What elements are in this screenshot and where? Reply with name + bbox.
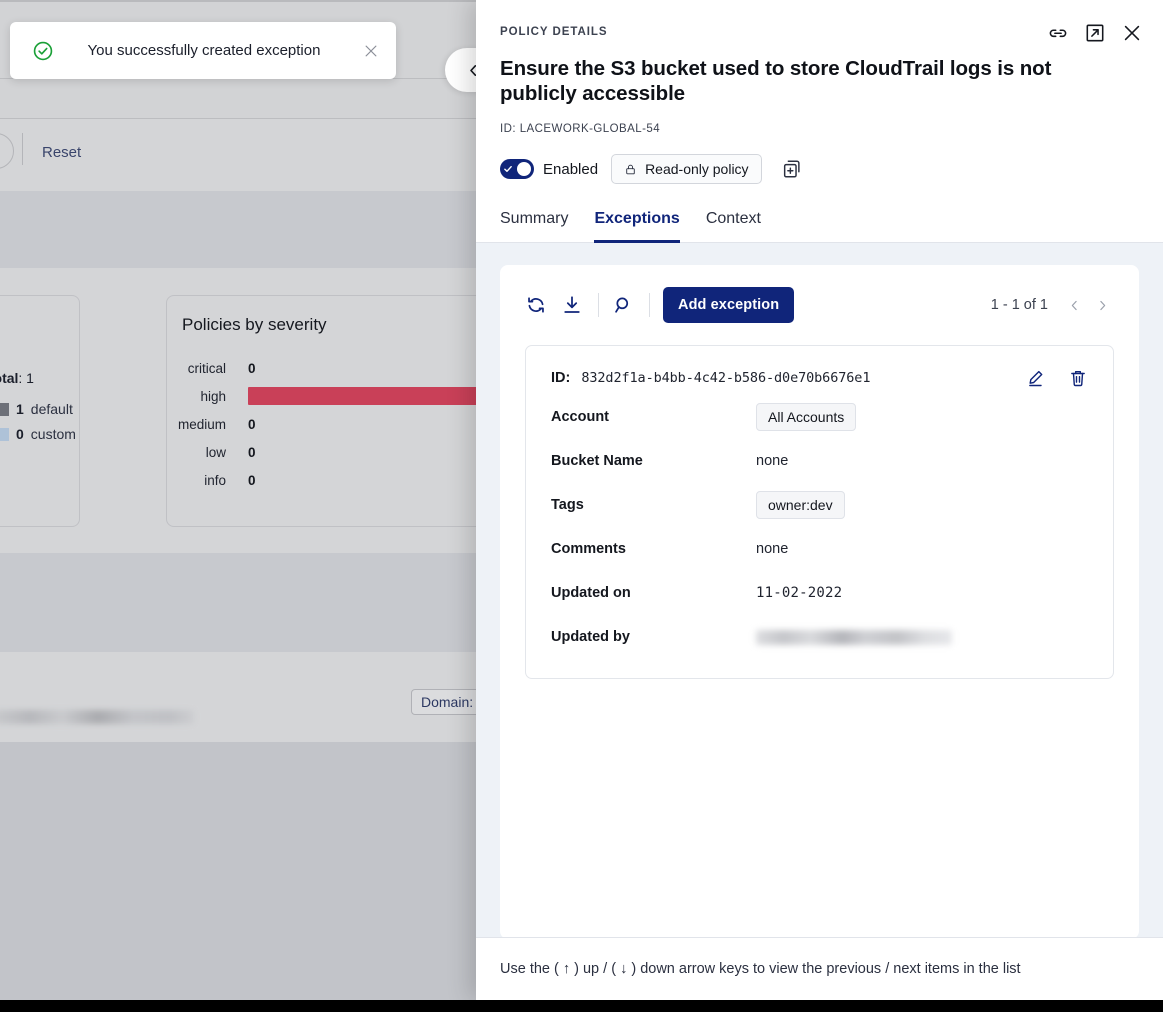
exception-id-value: 832d2f1a-b4bb-4c42-b586-d0e70b6676e1 — [581, 370, 870, 386]
background-vertical-divider — [22, 133, 23, 165]
pencil-icon[interactable] — [1026, 368, 1046, 388]
panel-header: POLICY DETAILS — [476, 0, 1163, 184]
screen-bottom-edge — [0, 1000, 1163, 1012]
reset-link[interactable]: Reset — [42, 144, 81, 161]
field-row-bucket-name: Bucket Name none — [551, 446, 1088, 476]
policies-total-prefix: Total — [0, 370, 18, 386]
field-value-account: All Accounts — [756, 403, 856, 431]
tab-context[interactable]: Context — [706, 206, 761, 243]
background-domain-chip[interactable]: Domain: — [411, 689, 483, 715]
panel-body: Add exception 1 - 1 of 1 — [476, 243, 1163, 937]
field-label-bucket-name: Bucket Name — [551, 453, 756, 469]
legend-label-default: default — [31, 401, 73, 417]
close-icon[interactable] — [362, 42, 380, 60]
pagination-next-button[interactable] — [1090, 293, 1114, 317]
field-row-tags: Tags owner:dev — [551, 490, 1088, 520]
severity-value-info: 0 — [248, 473, 256, 488]
open-in-new-icon[interactable] — [1084, 22, 1106, 44]
severity-name-high: high — [172, 389, 248, 404]
pagination-count: 1 - 1 of 1 — [991, 297, 1048, 313]
legend-label-custom: custom — [31, 426, 76, 442]
exception-id-row: ID: 832d2f1a-b4bb-4c42-b586-d0e70b6676e1 — [551, 368, 1088, 388]
pagination-prev-button[interactable] — [1062, 293, 1086, 317]
check-circle-icon — [32, 40, 54, 62]
panel-tabs: Summary Exceptions Context — [476, 206, 1163, 243]
severity-name-medium: medium — [172, 417, 248, 432]
field-value-comments: none — [756, 541, 788, 557]
legend-item-custom: 0 custom — [0, 426, 76, 442]
tab-summary[interactable]: Summary — [500, 206, 568, 243]
policy-details-panel: POLICY DETAILS — [476, 0, 1163, 1000]
severity-name-low: low — [172, 445, 248, 460]
enabled-toggle[interactable] — [500, 159, 534, 179]
enabled-toggle-label: Enabled — [543, 161, 598, 178]
toggle-knob — [517, 162, 531, 176]
toolbar-separator-2 — [649, 293, 650, 317]
close-icon[interactable] — [1121, 22, 1143, 44]
exceptions-toolbar: Add exception 1 - 1 of 1 — [525, 285, 1114, 325]
toast-message: You successfully created exception — [54, 42, 362, 59]
field-row-comments: Comments none — [551, 534, 1088, 564]
keyboard-hint: Use the ( ↑ ) up / ( ↓ ) down arrow keys… — [500, 961, 1021, 977]
panel-eyebrow-label: POLICY DETAILS — [500, 26, 1139, 38]
exception-row-actions — [1026, 368, 1088, 388]
legend-item-default: 1 default — [0, 401, 73, 417]
field-value-updated-on: 11-02-2022 — [756, 585, 842, 601]
status-badge: Read-only policy — [611, 154, 762, 184]
policies-total-value: : 1 — [18, 370, 34, 386]
severity-name-critical: critical — [172, 361, 248, 376]
trash-icon[interactable] — [1068, 368, 1088, 388]
severity-row-low: low 0 — [172, 443, 256, 461]
toolbar-separator-1 — [598, 293, 599, 317]
severity-row-medium: medium 0 — [172, 415, 256, 433]
add-exception-button[interactable]: Add exception — [663, 287, 794, 323]
field-value-tags: owner:dev — [756, 491, 845, 519]
link-icon[interactable] — [1047, 22, 1069, 44]
severity-value-critical: 0 — [248, 361, 256, 376]
legend-swatch-default — [0, 403, 9, 416]
field-label-updated-on: Updated on — [551, 585, 756, 601]
policy-id-label: ID: LACEWORK-GLOBAL-54 — [500, 123, 1139, 135]
exception-item-card: ID: 832d2f1a-b4bb-4c42-b586-d0e70b6676e1 — [525, 345, 1114, 679]
severity-name-info: info — [172, 473, 248, 488]
readonly-policy-label: Read-only policy — [645, 161, 749, 177]
field-value-bucket-name: none — [756, 453, 788, 469]
severity-value-low: 0 — [248, 445, 256, 460]
legend-swatch-custom — [0, 428, 9, 441]
page-title: Ensure the S3 bucket used to store Cloud… — [500, 56, 1100, 106]
pagination: 1 - 1 of 1 — [991, 293, 1114, 317]
search-icon[interactable] — [612, 294, 634, 316]
chevron-right-icon — [1096, 299, 1109, 312]
field-row-updated-on: Updated on 11-02-2022 — [551, 578, 1088, 608]
chevron-left-icon — [1068, 299, 1081, 312]
tab-exceptions[interactable]: Exceptions — [594, 206, 679, 243]
field-label-tags: Tags — [551, 497, 756, 513]
check-icon — [503, 164, 513, 174]
policy-meta-row: Enabled Read-only policy — [500, 154, 1139, 184]
severity-widget-title: Policies by severity — [182, 315, 327, 335]
download-icon[interactable] — [561, 294, 583, 316]
field-row-updated-by: Updated by — [551, 622, 1088, 652]
toast-notification: You successfully created exception — [10, 22, 396, 79]
policies-total-label: Total: 1 — [0, 370, 34, 386]
lock-icon — [624, 162, 637, 177]
background-policy-subtitle: ated by: — [0, 709, 194, 725]
background-redacted-user — [0, 710, 194, 724]
field-label-updated-by: Updated by — [551, 629, 756, 645]
field-label-account: Account — [551, 409, 756, 425]
panel-footer: Use the ( ↑ ) up / ( ↓ ) down arrow keys… — [476, 937, 1163, 1000]
exception-id-label: ID: — [551, 370, 570, 386]
field-label-comments: Comments — [551, 541, 756, 557]
legend-count-custom: 0 — [16, 426, 24, 442]
legend-count-default: 1 — [16, 401, 24, 417]
severity-row-info: info 0 — [172, 471, 256, 489]
field-row-account: Account All Accounts — [551, 402, 1088, 432]
severity-row-critical: critical 0 — [172, 359, 256, 377]
exceptions-panel-card: Add exception 1 - 1 of 1 — [500, 265, 1139, 937]
refresh-icon[interactable] — [525, 294, 547, 316]
severity-value-medium: 0 — [248, 417, 256, 432]
panel-header-actions — [1047, 22, 1143, 44]
duplicate-icon[interactable] — [781, 158, 803, 180]
field-value-updated-by-redacted — [756, 630, 952, 645]
